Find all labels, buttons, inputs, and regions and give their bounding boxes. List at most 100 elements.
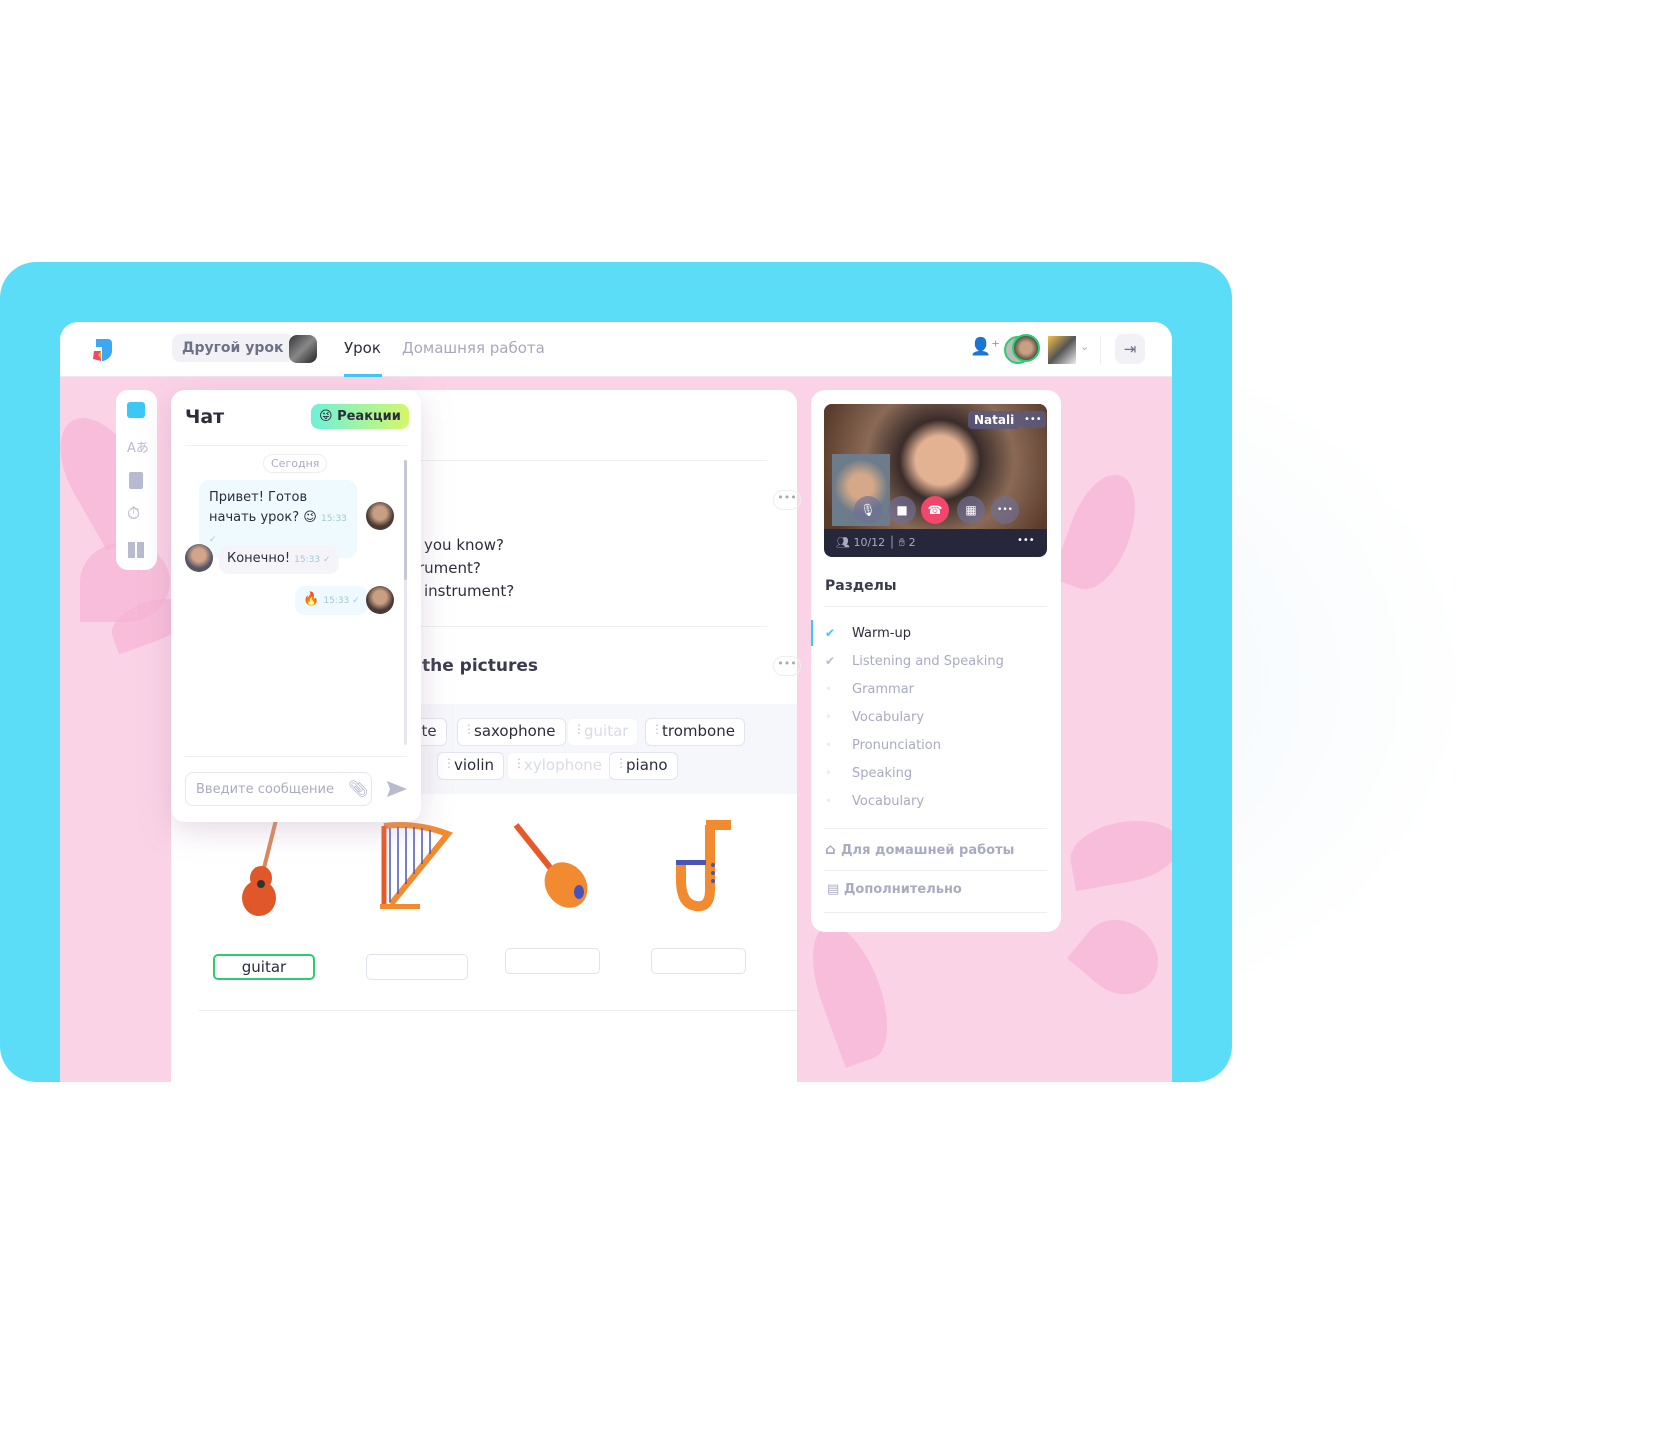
layout-icon[interactable] xyxy=(128,542,144,558)
app-logo-icon[interactable] xyxy=(90,337,114,363)
scrollbar[interactable] xyxy=(404,460,407,745)
homework-link[interactable]: ⌂ Для домашней работы xyxy=(825,840,1014,858)
group-avatar[interactable] xyxy=(1048,336,1076,364)
lesson-thumbnail[interactable] xyxy=(289,335,317,363)
answer-field[interactable] xyxy=(505,948,600,974)
dot-icon: • xyxy=(825,710,833,724)
date-separator: Сегодня xyxy=(263,454,328,473)
dot-icon: • xyxy=(825,794,833,808)
word-chip-used: guitar xyxy=(567,718,639,746)
check-icon: ✔ xyxy=(825,654,836,668)
speaker-name: Natali xyxy=(968,411,1021,429)
translate-icon[interactable]: Aあ xyxy=(127,437,149,456)
people-icon: 👥︎ xyxy=(836,536,854,549)
word-chip[interactable]: trombone xyxy=(645,718,745,746)
dot-icon: • xyxy=(825,682,833,696)
other-lesson-button[interactable]: Другой урок xyxy=(172,334,294,362)
message-time: 15:33 ✓ xyxy=(294,555,331,565)
questions: you know? rument? instrument? xyxy=(418,534,515,603)
divider xyxy=(401,460,767,461)
send-icon[interactable] xyxy=(387,781,407,797)
section-label: Vocabulary xyxy=(852,794,925,809)
word-chip[interactable]: piano xyxy=(609,752,678,780)
question: rument? xyxy=(418,559,481,577)
dot-icon: • xyxy=(825,766,833,780)
answer-field[interactable] xyxy=(366,954,468,980)
emoji-icon: 😜 xyxy=(319,409,338,424)
input-placeholder: Введите сообщение xyxy=(196,782,334,797)
divider xyxy=(824,828,1047,829)
current-section-indicator xyxy=(811,620,813,646)
guitar-image xyxy=(242,820,278,916)
tool-sidebar: Aあ ⏱ xyxy=(116,390,157,570)
clipboard-icon[interactable] xyxy=(129,472,143,489)
extra-link[interactable]: ▤ Дополнительно xyxy=(827,882,962,897)
chevron-down-icon[interactable]: ⌄ xyxy=(1080,340,1089,353)
more-options-button[interactable]: ••• xyxy=(773,656,801,676)
add-user-icon[interactable]: 👤⁺ xyxy=(970,337,1000,357)
raised-hands-text: 2 xyxy=(908,536,916,549)
divider xyxy=(199,1010,797,1011)
chat-message: Конечно! 15:33 ✓ xyxy=(219,545,339,574)
divider xyxy=(1100,336,1101,364)
participants-count: 👥︎ 10/12 │ ✋︎ 2 xyxy=(836,536,916,549)
violin-image xyxy=(513,823,588,908)
check-icon: ✔ xyxy=(825,626,836,640)
divider xyxy=(824,912,1047,913)
active-tab-indicator xyxy=(344,374,382,377)
video-footer-more-button[interactable]: ••• xyxy=(1017,535,1035,546)
chat-message: 🔥 15:33 ✓ xyxy=(295,586,368,615)
app-window: Другой урок Урок Домашняя работа 👤⁺ ⌄ ⇥ … xyxy=(60,322,1172,1082)
paperclip-icon[interactable]: 📎︎ xyxy=(348,779,368,798)
message-text: Привет! Готов начать урок? 😉 xyxy=(209,490,317,525)
answer-field[interactable] xyxy=(651,948,746,974)
chat-icon[interactable] xyxy=(127,402,145,418)
right-panel: Natali ••• 🎙︎ ■ ☎︎ ▦ ••• 👥︎ 10/12 │ ✋︎ 2… xyxy=(811,390,1061,932)
tab-homework[interactable]: Домашняя работа xyxy=(402,339,545,357)
avatar xyxy=(185,544,213,572)
tab-lesson[interactable]: Урок xyxy=(344,339,381,357)
harp-image xyxy=(380,822,453,909)
answer-field[interactable]: guitar xyxy=(213,954,315,980)
avatar[interactable] xyxy=(1012,334,1040,362)
video-more-button[interactable]: ••• xyxy=(1020,411,1046,428)
video-call: Natali ••• 🎙︎ ■ ☎︎ ▦ ••• 👥︎ 10/12 │ ✋︎ 2… xyxy=(824,404,1047,557)
more-options-button[interactable]: ••• xyxy=(773,490,801,510)
chat-panel: Чат 😜 Реакции Сегодня Привет! Готов нача… xyxy=(171,390,421,822)
timer-icon[interactable]: ⏱ xyxy=(127,504,140,524)
divider xyxy=(401,626,767,627)
dot-icon: • xyxy=(825,738,833,752)
grid-icon[interactable]: ▦ xyxy=(957,496,985,524)
more-options-button[interactable]: ••• xyxy=(991,496,1019,524)
message-time: 15:33 ✓ xyxy=(323,596,360,606)
document-icon: ▤ xyxy=(827,882,844,897)
saxophone-image xyxy=(676,820,731,912)
exit-icon[interactable]: ⇥ xyxy=(1115,334,1145,364)
word-chip[interactable]: violin xyxy=(437,752,505,780)
avatar xyxy=(366,586,394,614)
sections-title: Разделы xyxy=(825,578,897,594)
participants-text: 10/12 xyxy=(853,536,886,549)
message-input[interactable]: Введите сообщение 📎︎ xyxy=(185,772,372,806)
divider xyxy=(824,870,1047,871)
top-bar: Другой урок Урок Домашняя работа 👤⁺ ⌄ ⇥ xyxy=(60,322,1172,377)
camera-icon[interactable]: ■ xyxy=(888,496,916,524)
avatar xyxy=(366,502,394,530)
reactions-label: Реакции xyxy=(337,409,401,424)
question: you know? xyxy=(424,536,504,554)
section-label: Grammar xyxy=(852,682,915,697)
home-icon: ⌂ xyxy=(825,840,841,858)
chat-title: Чат xyxy=(185,406,225,428)
section-label: Warm-up xyxy=(852,626,911,641)
divider xyxy=(185,445,407,446)
microphone-icon[interactable]: 🎙︎ xyxy=(854,496,882,524)
divider xyxy=(185,756,407,757)
word-bank: ute saxophone guitar trombone violin xyl… xyxy=(371,704,797,794)
section-label: Vocabulary xyxy=(852,710,925,725)
divider xyxy=(824,606,1047,607)
homework-label: Для домашней работы xyxy=(840,843,1015,858)
word-chip[interactable]: saxophone xyxy=(457,718,566,746)
question: instrument? xyxy=(424,582,515,600)
hangup-button[interactable]: ☎︎ xyxy=(921,496,949,524)
reactions-button[interactable]: 😜 Реакции xyxy=(311,404,409,429)
